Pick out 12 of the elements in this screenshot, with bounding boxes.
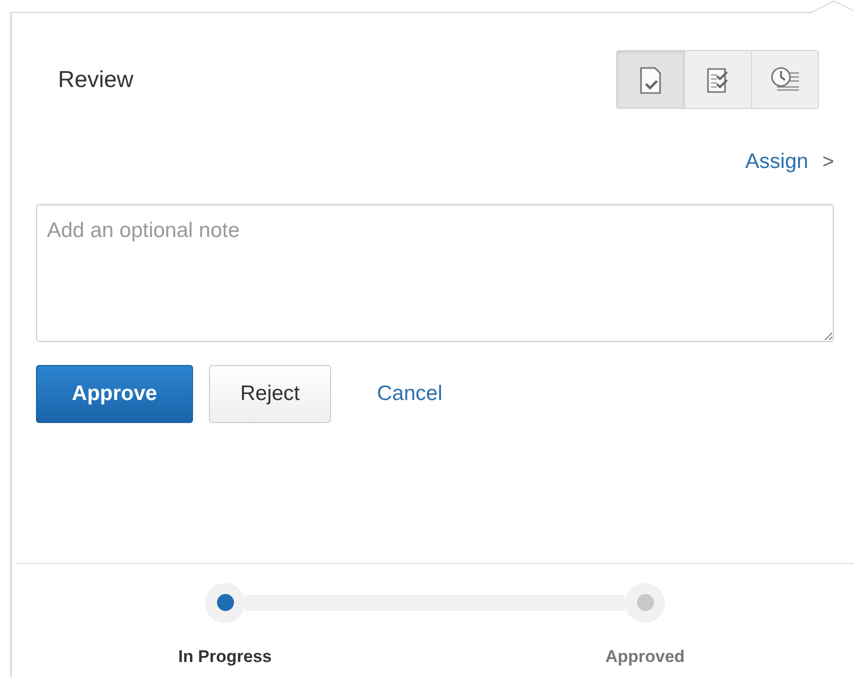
step-label: In Progress [177, 646, 273, 668]
step-marker [205, 582, 245, 622]
panel-title: Review [58, 65, 134, 94]
chevron-icon[interactable]: > [822, 146, 834, 177]
assign-link[interactable]: Assign [745, 146, 808, 178]
approve-button[interactable]: Approve [36, 364, 193, 422]
step-marker [625, 582, 665, 622]
view-toggle-button[interactable] [617, 51, 684, 108]
note-field[interactable]: Add an optional note [36, 204, 834, 342]
cancel-link[interactable]: Cancel [357, 364, 462, 422]
step-label: Approved [604, 646, 686, 668]
reject-button[interactable]: Reject [209, 364, 331, 422]
